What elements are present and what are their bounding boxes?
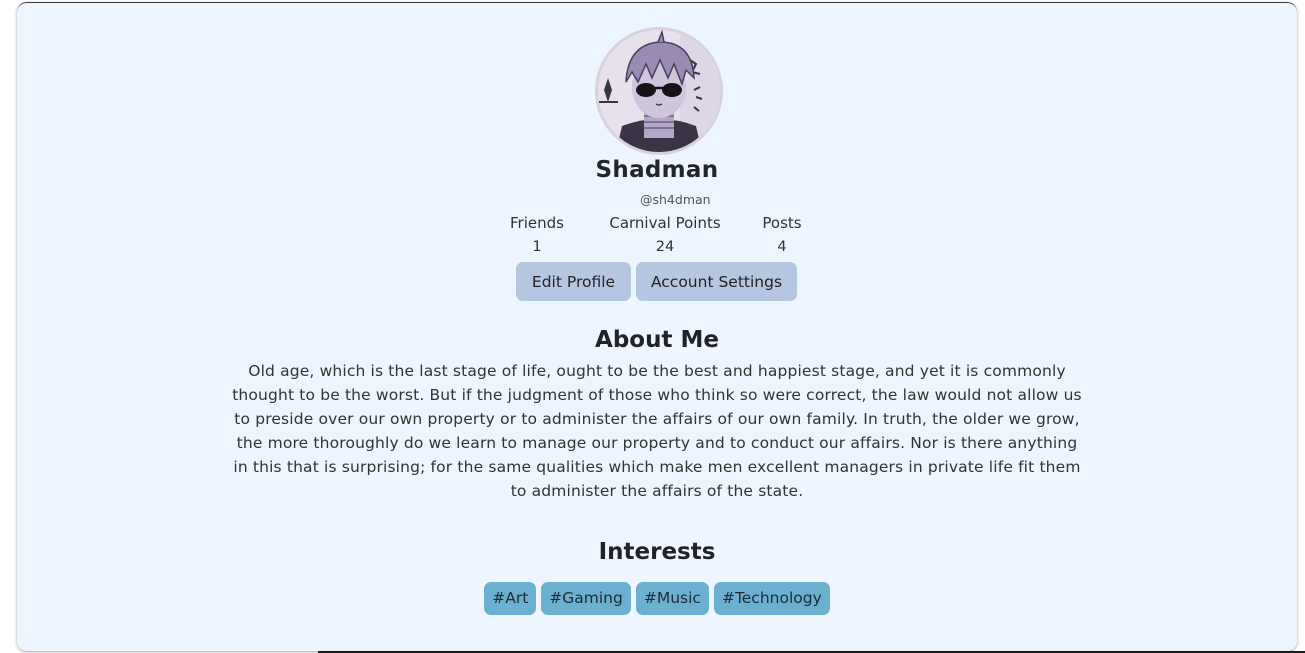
interest-tag-technology[interactable]: #Technology [713,582,830,615]
interests-heading: Interests [598,539,716,565]
edit-profile-button[interactable]: Edit Profile [516,262,631,301]
interest-tags: #Art #Gaming #Music #Technology [17,582,1297,615]
stat-friends-label: Friends [510,214,564,232]
display-name: Shadman [595,157,719,183]
interest-tag-art[interactable]: #Art [484,582,537,615]
username-handle: @sh4dman [640,192,711,207]
stat-posts[interactable]: Posts 4 [757,214,807,255]
avatar-illustration [598,30,720,152]
stat-friends[interactable]: Friends 1 [503,214,571,255]
about-me-text: Old age, which is the last stage of life… [232,362,1082,500]
stat-posts-value: 4 [777,239,787,255]
stat-friends-value: 1 [532,239,542,255]
about-me-heading: About Me [595,327,719,353]
interest-tag-music[interactable]: #Music [635,582,709,615]
stat-carnival-points: Carnival Points 24 [602,214,728,255]
interest-tag-gaming[interactable]: #Gaming [541,582,631,615]
stat-points-value: 24 [655,239,675,255]
page: Shadman @sh4dman Friends 1 Carnival Poin… [0,0,1305,653]
profile-card: Shadman @sh4dman Friends 1 Carnival Poin… [17,2,1297,651]
stat-points-label: Carnival Points [609,214,721,232]
stat-posts-label: Posts [762,214,802,232]
avatar[interactable] [595,27,723,155]
account-settings-button[interactable]: Account Settings [636,262,797,301]
